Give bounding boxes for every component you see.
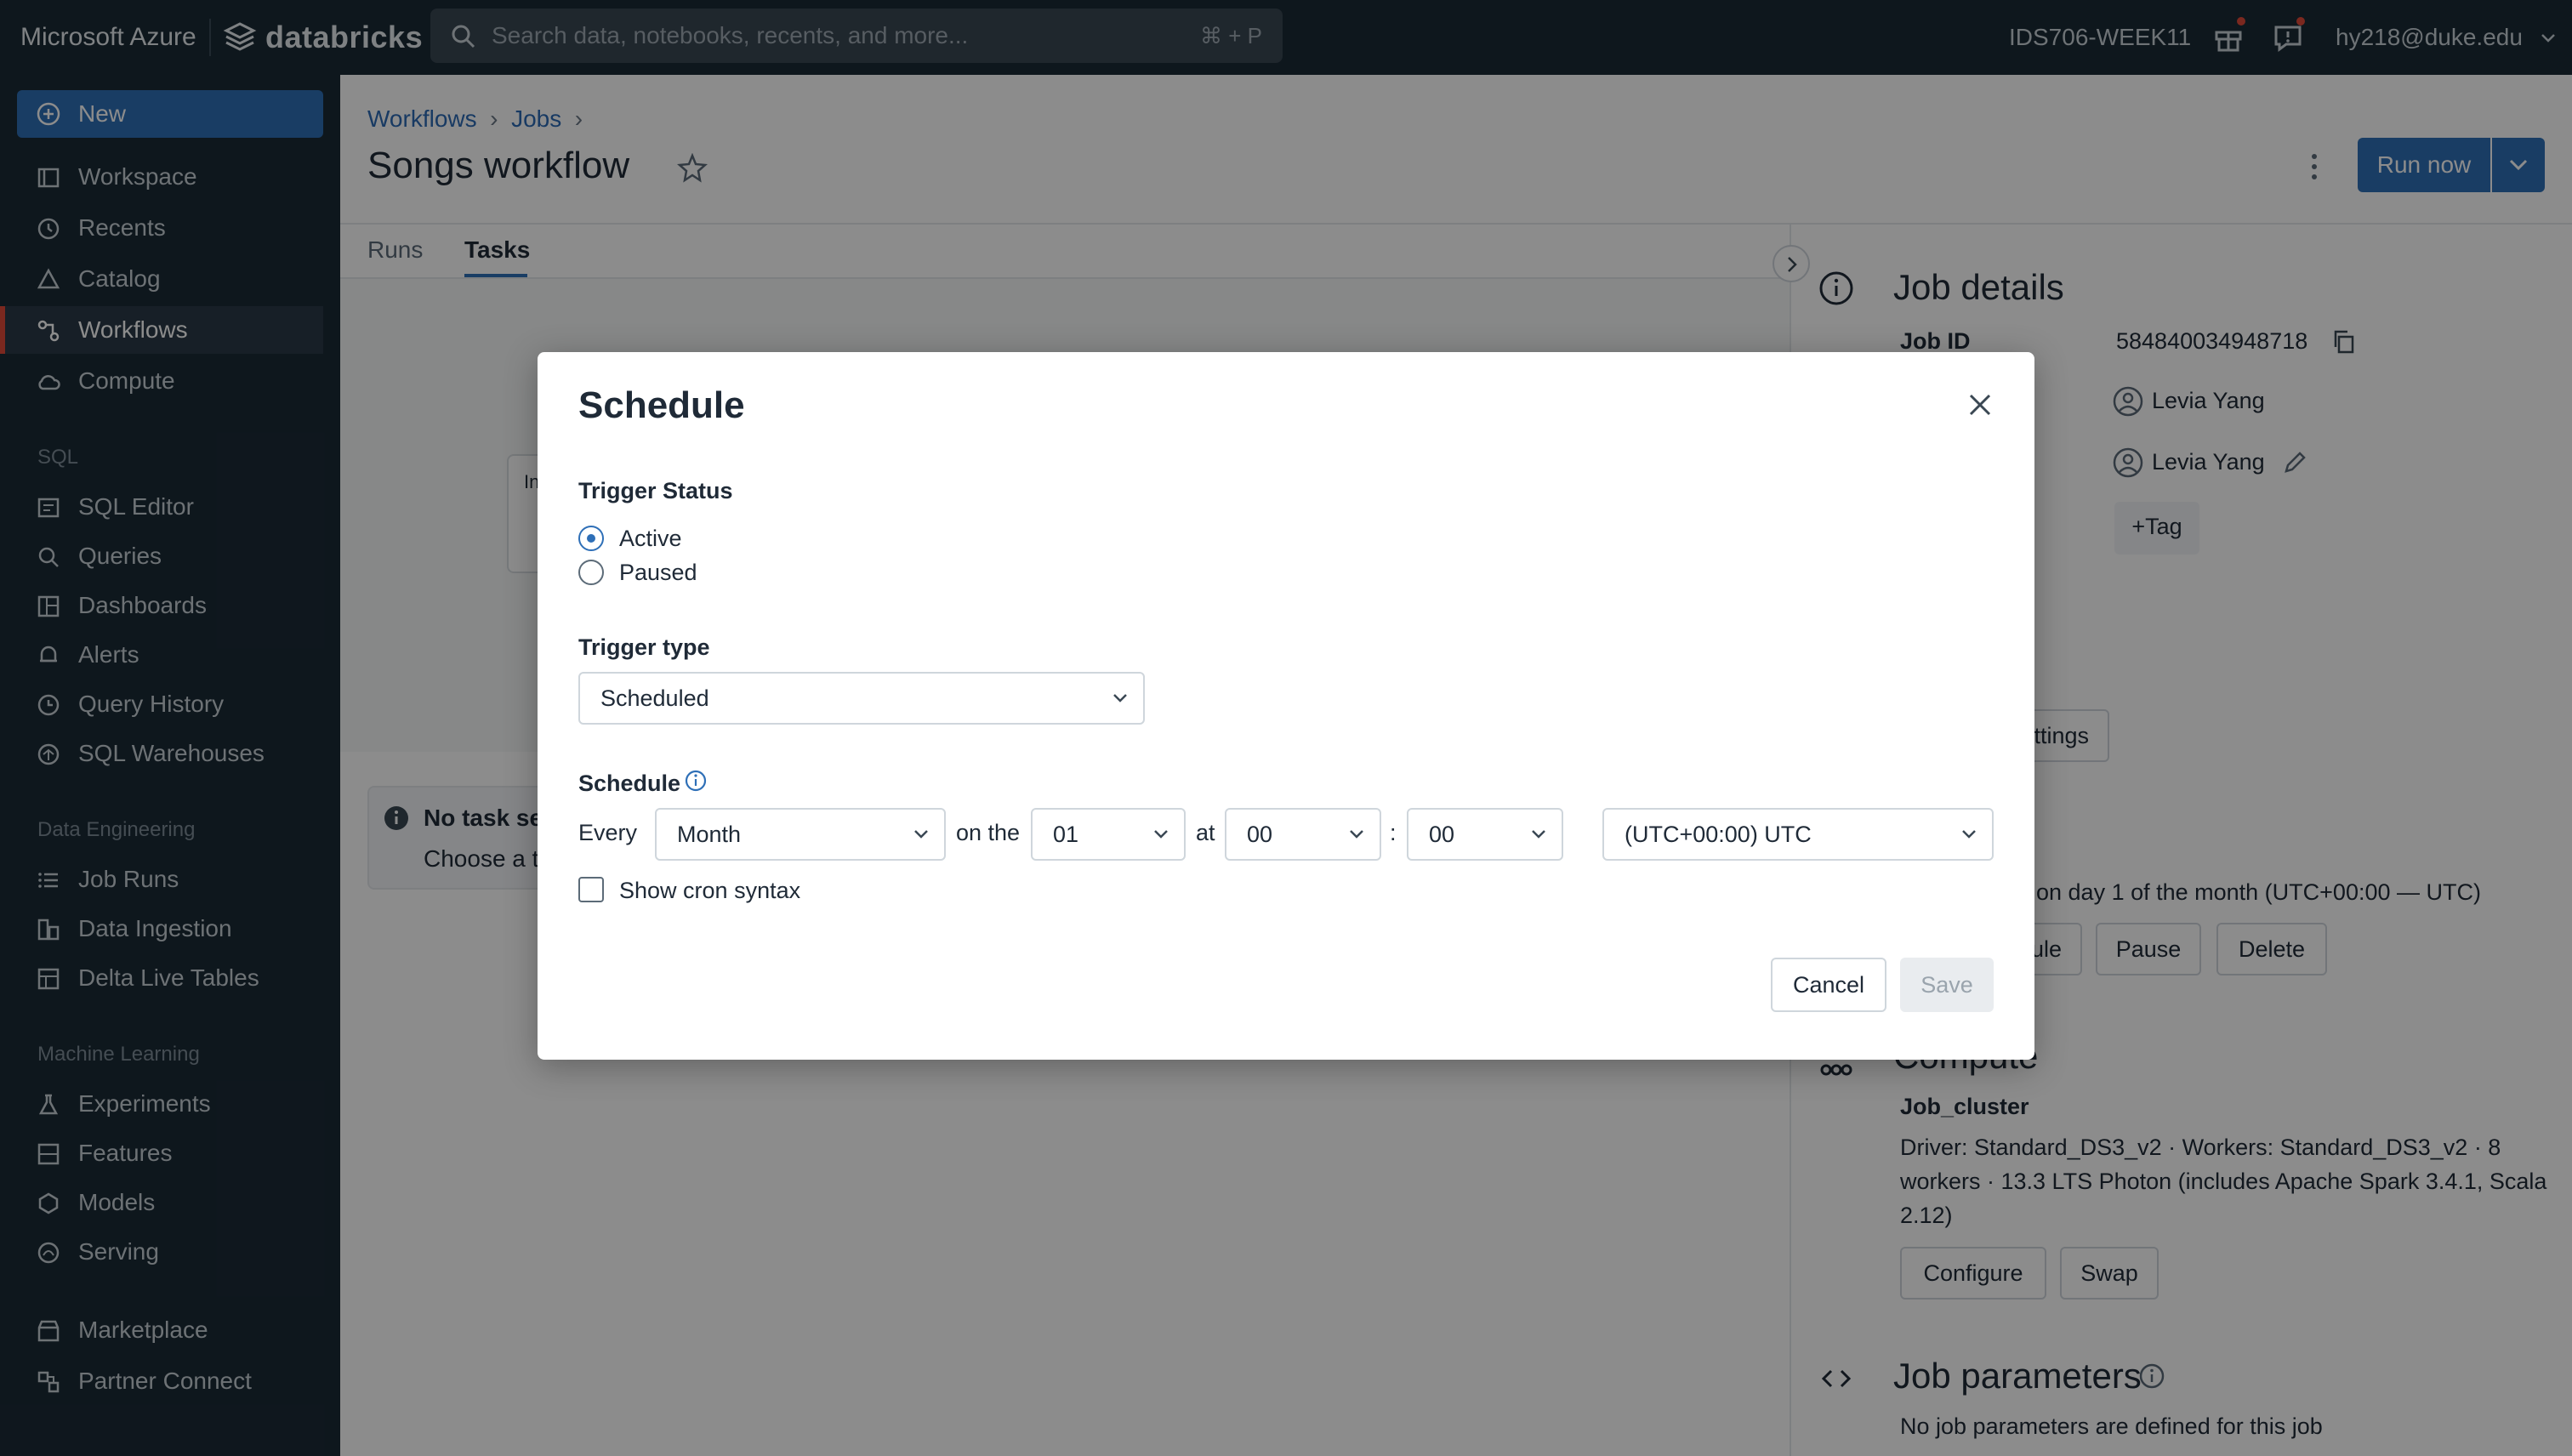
trigger-type-value: Scheduled (600, 685, 709, 711)
period-select[interactable]: Month (655, 808, 946, 861)
chevron-down-icon (1113, 694, 1127, 702)
trigger-status-label: Trigger Status (578, 478, 733, 503)
radio-active[interactable] (578, 526, 604, 551)
hour-value: 00 (1247, 822, 1273, 847)
schedule-dialog: Schedule Trigger Status Active Paused Tr… (538, 352, 2034, 1060)
chevron-down-icon (1532, 830, 1545, 839)
at-label: at (1196, 820, 1215, 845)
on-the-label: on the (956, 820, 1021, 845)
radio-paused[interactable] (578, 560, 604, 585)
radio-active-label[interactable]: Active (619, 526, 682, 552)
timezone-value: (UTC+00:00) UTC (1625, 822, 1812, 847)
chevron-down-icon (1962, 830, 1976, 839)
minute-value: 00 (1429, 822, 1455, 847)
period-value: Month (677, 822, 742, 847)
hour-select[interactable]: 00 (1225, 808, 1381, 861)
trigger-type-label: Trigger type (578, 634, 710, 660)
info-icon[interactable] (684, 769, 708, 793)
trigger-type-select[interactable]: Scheduled (578, 672, 1145, 725)
show-cron-label[interactable]: Show cron syntax (619, 878, 800, 904)
show-cron-checkbox[interactable] (578, 877, 604, 902)
timezone-select[interactable]: (UTC+00:00) UTC (1602, 808, 1994, 861)
every-label: Every (578, 820, 638, 845)
dialog-title: Schedule (578, 384, 745, 426)
save-button[interactable]: Save (1900, 958, 1994, 1012)
chevron-down-icon (1350, 830, 1363, 839)
time-separator: : (1390, 820, 1397, 845)
radio-paused-label[interactable]: Paused (619, 560, 697, 586)
chevron-down-icon (1154, 830, 1168, 839)
cancel-button[interactable]: Cancel (1771, 958, 1886, 1012)
minute-select[interactable]: 00 (1407, 808, 1563, 861)
schedule-label: Schedule (578, 771, 681, 796)
chevron-down-icon (914, 830, 928, 839)
close-icon[interactable] (1965, 390, 1995, 420)
day-select[interactable]: 01 (1031, 808, 1186, 861)
day-value: 01 (1053, 822, 1079, 847)
